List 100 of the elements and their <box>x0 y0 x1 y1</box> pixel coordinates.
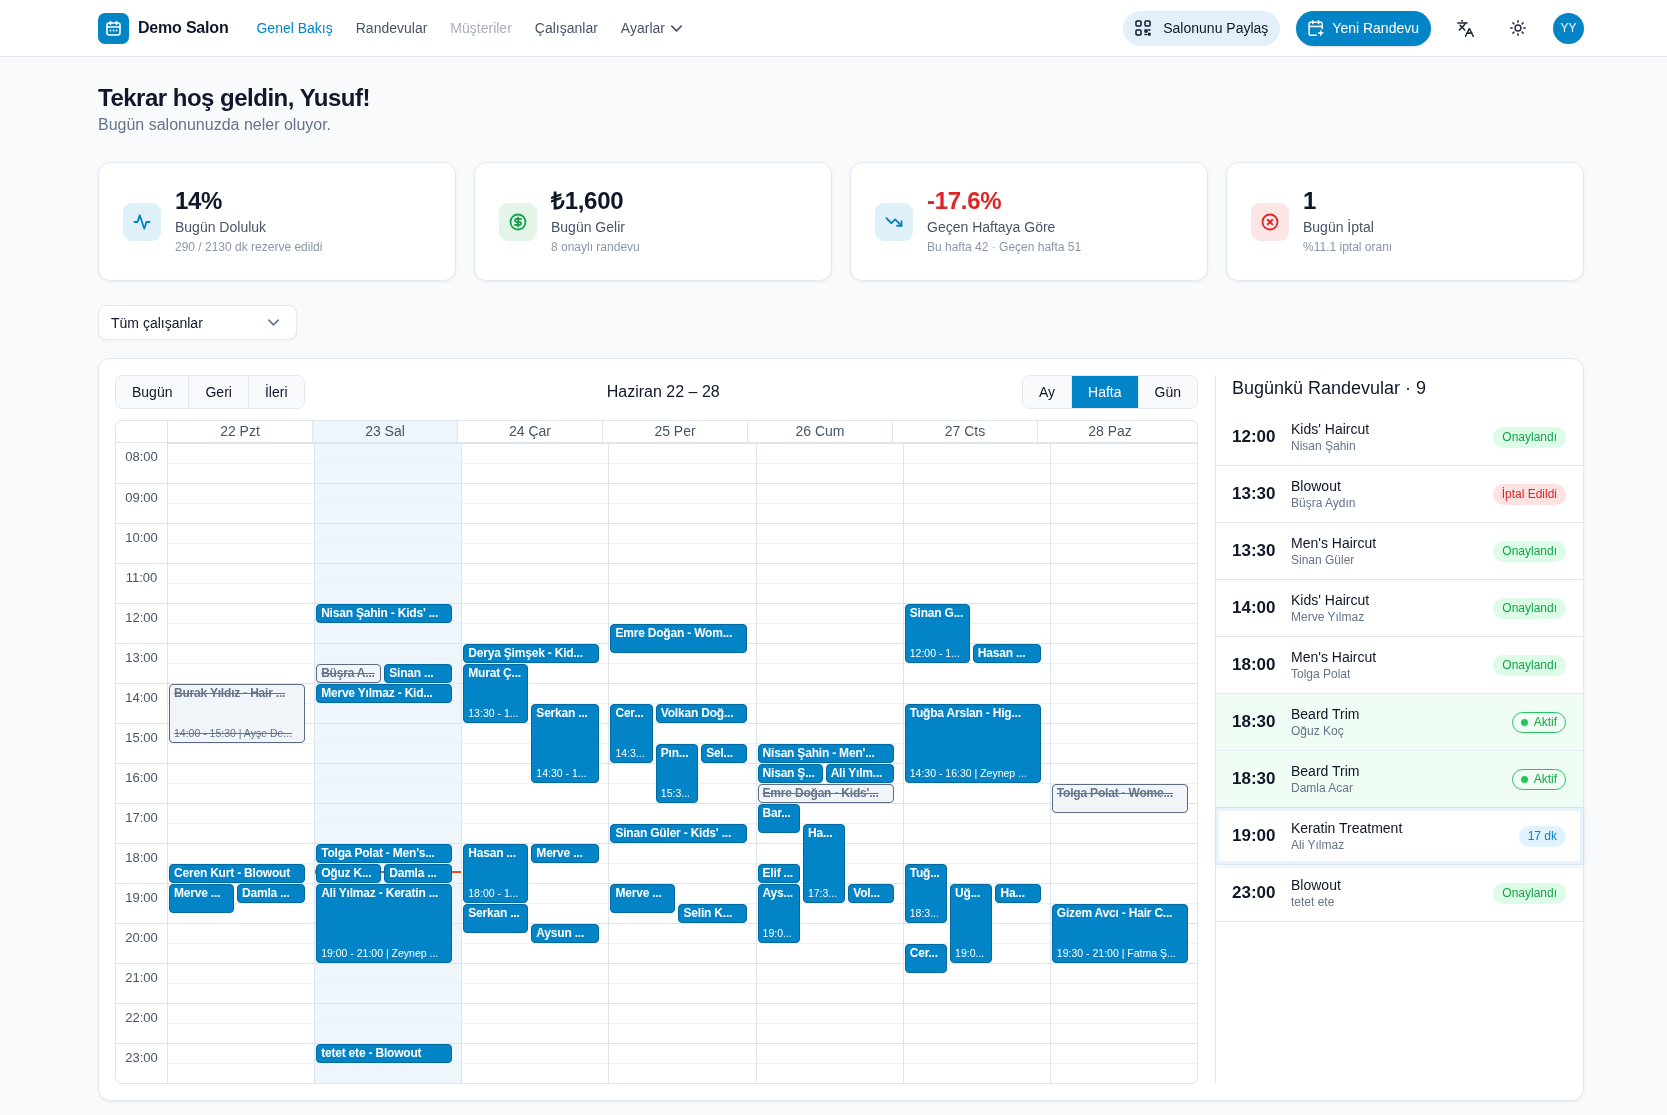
calendar-event[interactable]: Aysun ... <box>531 924 600 943</box>
calendar-event[interactable]: Vol... <box>848 884 894 903</box>
calendar-event[interactable]: Emre Doğan - Wom... <box>610 624 747 653</box>
event-title: Elif ... <box>762 866 794 881</box>
calendar-nav-button[interactable]: Geri <box>188 376 248 408</box>
calendar-event[interactable]: Merve ... <box>531 844 600 863</box>
calendar-event[interactable]: Derya Şimşek - Kid... <box>463 644 600 663</box>
calendar-event[interactable]: Emre Doğan - Kids'... <box>757 784 894 803</box>
stat-value: -17.6% <box>927 187 1003 215</box>
calendar-nav-button[interactable]: İleri <box>247 376 304 408</box>
calendar-event[interactable]: Ha... 17:3... <box>802 824 846 903</box>
status-badge: Onaylandı <box>1493 882 1566 904</box>
calendar-event[interactable]: Sel... <box>701 744 747 763</box>
appointment-item[interactable]: 23:00 Blowout tetet ete Onaylandı <box>1216 865 1583 922</box>
event-title: Hasan ... <box>977 646 1027 661</box>
calendar-event[interactable]: Ceren Kurt - Blowout <box>169 864 306 883</box>
appointment-item[interactable]: 19:00 Keratin Treatment Ali Yılmaz 17 dk <box>1216 808 1583 865</box>
user-avatar[interactable]: YY <box>1553 12 1584 44</box>
client-name: Ali Yılmaz <box>1291 837 1346 853</box>
calendar-event[interactable]: Ali Yılm... <box>825 764 894 783</box>
calendar-event[interactable]: Ays... 19:0... <box>757 884 800 943</box>
calendar-event[interactable]: Nisan Şahin - Kids' ... <box>316 604 453 623</box>
calendar-event[interactable]: Murat Ç... 13:30 - 1... <box>463 664 529 723</box>
new-appointment-button[interactable]: Yeni Randevu <box>1296 10 1431 46</box>
calendar-event[interactable]: Sinan ... <box>384 664 453 683</box>
calendar-event[interactable]: Tuğ... 18:3... <box>904 864 948 923</box>
event-title: Ali Yılm... <box>830 766 884 781</box>
calendar-event[interactable]: Damla ... <box>384 864 453 883</box>
service-name: Blowout <box>1291 876 1342 894</box>
calendar-event[interactable]: Büşra A... <box>316 664 382 683</box>
appointment-item[interactable]: 13:30 Blowout Büşra Aydın İptal Edildi <box>1216 466 1583 523</box>
calendar-event[interactable]: Volkan Doğ... <box>655 704 747 723</box>
event-title: Emre Doğan - Kids'... <box>762 786 880 801</box>
calendar-event[interactable]: Oğuz K... <box>316 864 382 883</box>
calendar-event[interactable]: Damla ... <box>237 884 306 903</box>
translate-icon[interactable] <box>1457 19 1474 37</box>
calendar-event[interactable]: Serkan ... 14:30 - 1... <box>531 704 600 783</box>
event-title: Tolga Polat - Wome... <box>1056 786 1174 801</box>
calendar-event[interactable]: Elif ... <box>757 864 800 883</box>
event-title: Pın... <box>660 746 690 761</box>
nav-link[interactable]: Genel Bakış <box>256 20 333 36</box>
view-tab[interactable]: Ay <box>1022 376 1072 408</box>
appointment-item[interactable]: 13:30 Men's Haircut Sinan Güler Onaylandı <box>1216 523 1583 580</box>
calendar-event[interactable]: Serkan ... <box>463 904 529 933</box>
calendar-event[interactable]: Ha... <box>995 884 1041 903</box>
nav-link[interactable]: Randevular <box>355 20 428 36</box>
client-name: tetet ete <box>1291 894 1336 910</box>
time-label: 22:00 <box>125 1010 158 1026</box>
event-title: Tuğba Arslan - Hig... <box>909 706 1022 721</box>
share-button[interactable]: Salonunu Paylaş <box>1123 10 1281 46</box>
calendar-event[interactable]: Pın... 15:3... <box>655 744 699 803</box>
view-tab[interactable]: Hafta <box>1071 376 1138 408</box>
status-badge: Onaylandı <box>1493 540 1566 562</box>
calendar-event[interactable]: Cer... 14:3... <box>610 704 653 763</box>
status-badge: Onaylandı <box>1493 597 1566 619</box>
event-title: Ali Yılmaz - Keratin ... <box>321 886 440 901</box>
calendar-event[interactable]: Tolga Polat - Men's... <box>316 844 453 863</box>
view-tab[interactable]: Gün <box>1137 376 1197 408</box>
service-name: Men's Haircut <box>1291 648 1378 666</box>
nav-link[interactable]: Çalışanlar <box>534 20 598 36</box>
appointment-item[interactable]: 18:30 Beard Trim Oğuz Koç Aktif <box>1216 694 1583 751</box>
calendar-event[interactable]: Hasan ... <box>972 644 1041 663</box>
stat-label: Geçen Haftaya Göre <box>927 218 1057 237</box>
appointment-time: 19:00 <box>1232 826 1277 846</box>
calendar-event[interactable]: Ali Yılmaz - Keratin ... 19:00 - 21:00 | Zeynep ... <box>316 884 453 963</box>
event-time: 14:00 - 15:30 | Ayşe De... <box>174 727 294 740</box>
nav-link[interactable]: Ayarlar <box>620 20 682 36</box>
calendar-event[interactable]: Uğ... 19:0... <box>950 884 993 963</box>
appointment-item[interactable]: 18:30 Beard Trim Damla Acar Aktif <box>1216 751 1583 808</box>
day-header: 26 Cum <box>747 421 892 442</box>
calendar-event[interactable]: Gizem Avcı - Hair C... 19:30 - 21:00 | Fatma Ş... <box>1051 904 1188 963</box>
calendar-event[interactable]: tetet ete - Blowout <box>316 1044 453 1063</box>
calendar-event[interactable]: Tolga Polat - Wome... <box>1051 784 1188 813</box>
sun-icon[interactable] <box>1510 20 1526 36</box>
calendar-event[interactable]: Merve ... <box>169 884 235 913</box>
calendar-event[interactable]: Sinan Güler - Kids' ... <box>610 824 747 843</box>
calendar-event[interactable]: Merve Yılmaz - Kid... <box>316 684 453 703</box>
service-name: Beard Trim <box>1291 762 1361 780</box>
calendar-nav-button[interactable]: Bugün <box>116 376 189 408</box>
staff-select[interactable]: Tüm çalışanlar <box>98 305 297 340</box>
calendar-event[interactable]: Bar... <box>757 804 800 833</box>
calendar-event[interactable]: Nisan Ş... <box>757 764 823 783</box>
event-time: 18:00 - 1... <box>468 887 520 900</box>
event-time: 12:00 - 1... <box>909 647 961 660</box>
calendar-event[interactable]: Sinan G... 12:00 - 1... <box>904 604 970 663</box>
time-label: 16:00 <box>125 770 158 786</box>
calendar-event[interactable]: Selin K... <box>678 904 747 923</box>
calendar-event[interactable]: Nisan Şahin - Men'... <box>757 744 894 763</box>
calendar-event[interactable]: Burak Yıldız - Hair ... 14:00 - 15:30 | Ayşe De... <box>169 684 306 743</box>
appointment-item[interactable]: 14:00 Kids' Haircut Merve Yılmaz Onaylandı <box>1216 580 1583 637</box>
time-label: 21:00 <box>125 970 158 986</box>
appointment-time: 18:00 <box>1232 655 1277 675</box>
event-title: Bar... <box>762 806 792 821</box>
appointment-time: 18:30 <box>1232 769 1277 789</box>
calendar-event[interactable]: Tuğba Arslan - Hig... 14:30 - 16:30 | Zeynep ... <box>904 704 1041 783</box>
event-time: 19:30 - 21:00 | Fatma Ş... <box>1056 947 1177 960</box>
calendar-event[interactable]: Hasan ... 18:00 - 1... <box>463 844 529 903</box>
calendar-event[interactable]: Merve ... <box>610 884 676 913</box>
appointment-item[interactable]: 12:00 Kids' Haircut Nisan Şahin Onaylandı <box>1216 409 1583 466</box>
calendar-event[interactable]: Cer... <box>904 944 948 973</box>
